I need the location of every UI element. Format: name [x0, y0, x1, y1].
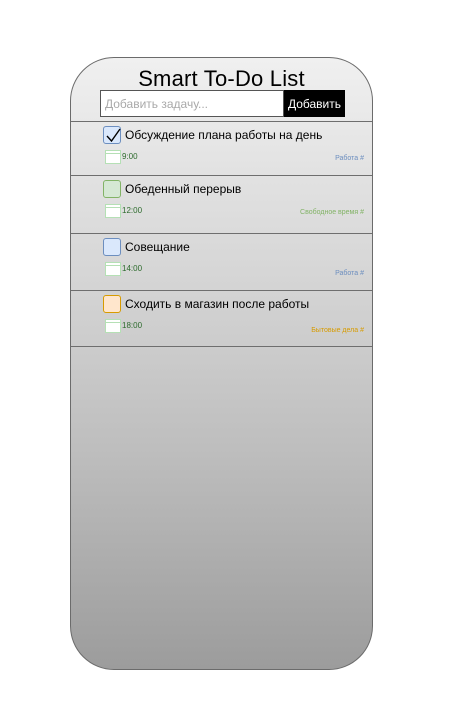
checkbox-icon[interactable]	[103, 238, 121, 256]
task-item: Сходить в магазин после работы 18:00 Быт…	[71, 290, 372, 347]
checkbox-icon[interactable]	[103, 295, 121, 313]
task-tag: Бытовые дела #	[311, 327, 364, 334]
task-tag: Работа #	[335, 155, 364, 162]
task-item: Обсуждение плана работы на день 9:00 Раб…	[71, 121, 372, 175]
task-time: 18:00	[122, 321, 143, 330]
checkbox-icon[interactable]	[103, 180, 121, 198]
calendar-icon	[105, 150, 121, 164]
calendar-icon	[105, 262, 121, 276]
add-task-button[interactable]: Добавить	[284, 90, 345, 117]
task-list: Обсуждение плана работы на день 9:00 Раб…	[71, 121, 372, 347]
task-title: Обеденный перерыв	[125, 182, 242, 196]
task-time: 9:00	[122, 152, 138, 161]
task-tag: Работа #	[335, 270, 364, 277]
task-title: Сходить в магазин после работы	[125, 297, 310, 311]
task-item: Обеденный перерыв 12:00 Свободное время …	[71, 175, 372, 233]
app-title: Smart To-Do List	[138, 66, 305, 91]
calendar-icon	[105, 204, 121, 218]
phone-frame: Smart To-Do List Добавить Обсуждение пла…	[70, 57, 373, 670]
checkbox-icon[interactable]	[103, 126, 121, 144]
add-task-form: Добавить	[100, 90, 345, 117]
task-time: 12:00	[122, 206, 143, 215]
task-title: Обсуждение плана работы на день	[125, 128, 323, 142]
task-item: Совещание 14:00 Работа #	[71, 233, 372, 290]
checkmark-icon	[106, 128, 121, 143]
task-input[interactable]	[100, 90, 284, 117]
calendar-icon	[105, 319, 121, 333]
task-time: 14:00	[122, 264, 143, 273]
task-title: Совещание	[125, 240, 190, 254]
task-tag: Свободное время #	[300, 209, 364, 216]
